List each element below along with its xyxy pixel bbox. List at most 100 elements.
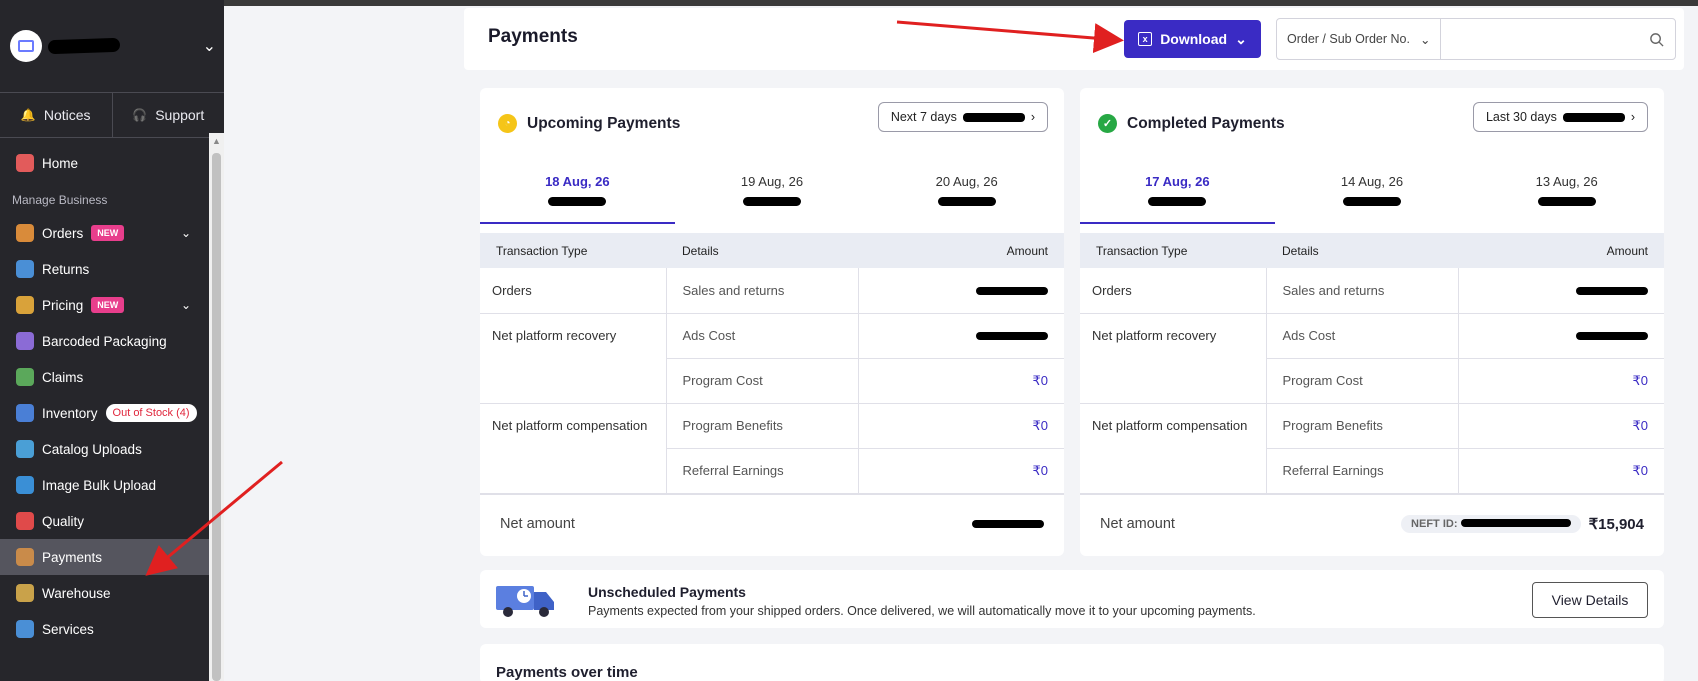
new-badge: NEW	[91, 297, 125, 313]
tab-support[interactable]: 🎧 Support	[111, 93, 225, 137]
table-row: Net platform recovery Ads Cost	[1080, 313, 1664, 404]
completed-table: Transaction Type Details Amount Orders S…	[1080, 233, 1664, 494]
cell-type: Orders	[480, 268, 667, 314]
catalog-icon	[16, 440, 34, 458]
date-label: 13 Aug, 26	[1535, 174, 1598, 189]
sidebar-item-label: Services	[42, 621, 94, 637]
cell-detail: Program Cost	[1266, 358, 1459, 404]
sidebar-item-pricing[interactable]: Pricing NEW ⌄	[0, 287, 209, 323]
wallet-icon	[16, 548, 34, 566]
sidebar-item-returns[interactable]: Returns	[0, 251, 209, 287]
sidebar-item-label: Home	[42, 155, 79, 171]
completed-payments-card: ✓ Completed Payments Last 30 days › 17 A…	[1080, 88, 1664, 556]
date-tab[interactable]: 19 Aug, 26	[675, 174, 870, 222]
cell-detail: Program Benefits	[666, 403, 859, 449]
chevron-right-icon: ›	[1030, 110, 1035, 124]
cell-detail: Ads Cost	[666, 313, 859, 359]
chevron-right-icon: ›	[1630, 110, 1635, 124]
sidebar-item-label: Barcoded Packaging	[42, 333, 167, 349]
unscheduled-payments-banner: Unscheduled Payments Payments expected f…	[480, 570, 1664, 628]
date-label: 20 Aug, 26	[935, 174, 998, 189]
table-row: Orders Sales and returns	[480, 268, 1064, 314]
payments-over-time-title: Payments over time	[496, 664, 638, 681]
sidebar-item-orders[interactable]: Orders NEW ⌄	[0, 215, 209, 251]
date-tab[interactable]: 13 Aug, 26	[1469, 174, 1664, 222]
bell-icon: 🔔	[20, 108, 36, 122]
card-title: ◔ Upcoming Payments	[498, 114, 680, 133]
sidebar-scrollbar[interactable]: ▲	[209, 133, 224, 681]
range-label: Last 30 days	[1485, 110, 1557, 124]
date-tab[interactable]: 20 Aug, 26	[869, 174, 1064, 222]
redacted-amount	[548, 197, 607, 206]
date-tab[interactable]: 14 Aug, 26	[1275, 174, 1470, 222]
sidebar-item-quality[interactable]: Quality	[0, 503, 209, 539]
cell-type: Net platform recovery	[1080, 313, 1267, 404]
sidebar-item-label: Quality	[42, 513, 85, 529]
redacted-amount	[1537, 197, 1596, 206]
scroll-up-icon[interactable]: ▲	[212, 136, 221, 146]
cell-detail: Referral Earnings	[1266, 448, 1459, 494]
sidebar-item-label: Claims	[42, 369, 84, 385]
section-label: Manage Business	[12, 193, 108, 207]
tab-notices[interactable]: 🔔 Notices	[0, 93, 112, 137]
sidebar-item-payments[interactable]: Payments	[0, 539, 209, 575]
redacted-amount	[976, 286, 1048, 295]
date-tab[interactable]: 18 Aug, 26	[480, 174, 675, 224]
search-icon[interactable]	[1637, 19, 1675, 59]
sidebar-item-catalog-uploads[interactable]: Catalog Uploads	[0, 431, 209, 467]
download-button[interactable]: x Download ⌄	[1124, 20, 1261, 58]
date-tabs: 17 Aug, 26 14 Aug, 26 13 Aug, 26	[1080, 174, 1664, 224]
cell-amount: ₹0	[858, 358, 1064, 404]
chevron-down-icon[interactable]: ⌄	[181, 298, 191, 312]
sidebar-item-label: Returns	[42, 261, 90, 277]
orders-icon	[16, 224, 34, 242]
view-details-button[interactable]: View Details	[1532, 582, 1648, 618]
cell-detail: Referral Earnings	[666, 448, 859, 494]
order-search: Order / Sub Order No. ⌄	[1276, 18, 1676, 60]
date-tabs: 18 Aug, 26 19 Aug, 26 20 Aug, 26	[480, 174, 1064, 224]
home-icon	[16, 154, 34, 172]
net-amount	[972, 519, 1044, 528]
returns-icon	[16, 260, 34, 278]
scrollbar-thumb[interactable]	[212, 153, 221, 681]
cell-amount	[1458, 313, 1664, 359]
table-header: Transaction Type Details Amount	[480, 233, 1064, 268]
date-label: 14 Aug, 26	[1340, 174, 1404, 189]
cell-amount	[858, 313, 1064, 359]
account-switcher[interactable]: ⌄	[0, 0, 224, 92]
sidebar-item-label: Catalog Uploads	[42, 441, 142, 457]
cell-type: Orders	[1080, 268, 1267, 314]
redacted-amount	[1576, 286, 1648, 295]
sidebar-item-warehouse[interactable]: Warehouse	[0, 575, 209, 611]
date-label: 19 Aug, 26	[740, 174, 804, 189]
chevron-down-icon[interactable]: ⌄	[181, 226, 191, 240]
cell-amount: ₹0	[858, 448, 1064, 494]
range-selector-last[interactable]: Last 30 days ›	[1472, 102, 1648, 132]
table-header: Transaction Type Details Amount	[1080, 233, 1664, 268]
sidebar-item-label: Inventory	[42, 405, 98, 421]
sidebar-item-inventory[interactable]: Inventory Out of Stock (4)	[0, 395, 209, 431]
pricing-icon	[16, 296, 34, 314]
services-icon	[16, 620, 34, 638]
search-type-select[interactable]: Order / Sub Order No. ⌄	[1277, 19, 1442, 59]
sidebar-item-image-bulk-upload[interactable]: Image Bulk Upload	[0, 467, 209, 503]
col-details: Details	[666, 233, 858, 268]
delivery-truck-icon	[496, 586, 554, 617]
date-tab[interactable]: 17 Aug, 26	[1080, 174, 1275, 224]
search-input[interactable]	[1441, 19, 1638, 59]
range-selector-next[interactable]: Next 7 days ›	[877, 102, 1048, 132]
sidebar-item-services[interactable]: Services	[0, 611, 209, 647]
sidebar-item-claims[interactable]: Claims	[0, 359, 209, 395]
chevron-down-icon[interactable]: ⌄	[203, 36, 216, 56]
tab-notices-label: Notices	[43, 107, 91, 123]
sidebar-nav: Home Manage Business Orders NEW ⌄ Return…	[0, 145, 209, 647]
sidebar-item-barcoded-packaging[interactable]: Barcoded Packaging	[0, 323, 209, 359]
sidebar-item-home[interactable]: Home	[0, 145, 209, 181]
cell-detail: Sales and returns	[666, 268, 859, 314]
chevron-down-icon: ⌄	[1420, 32, 1431, 47]
redacted-range	[962, 112, 1025, 122]
date-label: 17 Aug, 26	[1145, 174, 1210, 189]
inventory-icon	[16, 404, 34, 422]
cell-type: Net platform compensation	[1080, 403, 1267, 494]
table-row: Net platform recovery Ads Cost	[480, 313, 1064, 404]
